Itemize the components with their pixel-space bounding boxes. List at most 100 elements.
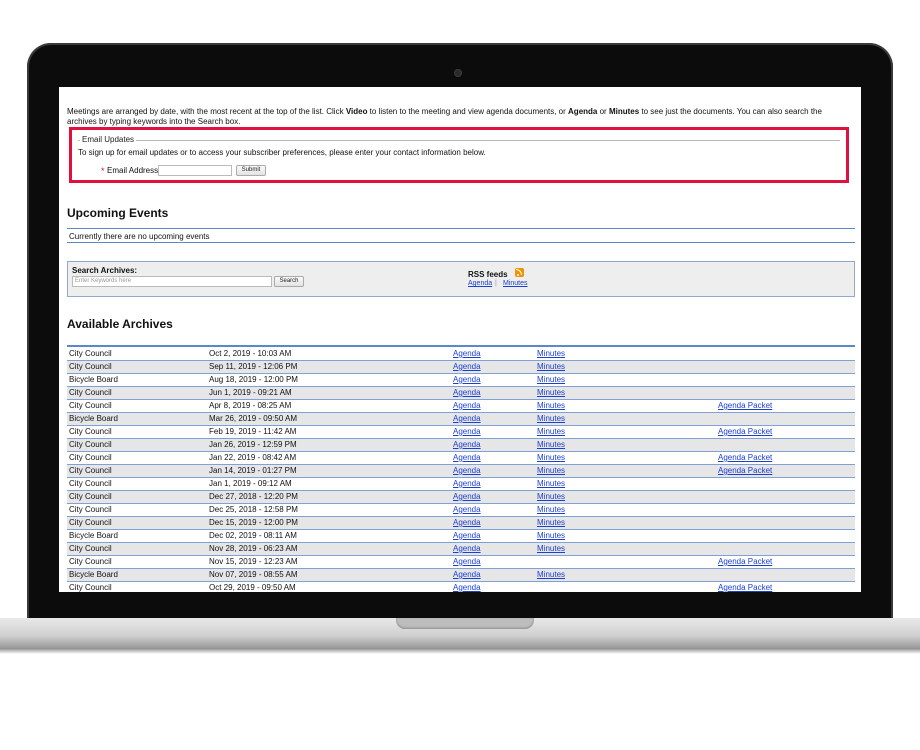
meeting-name: City Council [69, 453, 112, 462]
required-mark: * [101, 166, 105, 176]
archives-table-body: City Council Oct 2, 2019 - 10:03 AM Agenda… [67, 348, 855, 592]
meeting-date: Mar 26, 2019 - 09:50 AM [209, 414, 298, 423]
agenda-link[interactable]: Agenda [453, 505, 481, 514]
minutes-link[interactable]: Minutes [537, 479, 565, 488]
search-panel: Search Archives: Enter Keywords here Sea… [67, 261, 855, 297]
archive-cell: City Council [67, 464, 207, 478]
minutes-link[interactable]: Minutes [537, 362, 565, 371]
minutes-link[interactable]: Minutes [537, 388, 565, 397]
minutes-link[interactable]: Minutes [537, 531, 565, 540]
archive-page: Meetings are arranged by date, with the … [59, 87, 861, 592]
archive-cell: Dec 27, 2018 - 12:20 PM [207, 490, 451, 504]
agenda-link[interactable]: Agenda [453, 570, 481, 579]
minutes-link[interactable]: Minutes [537, 570, 565, 579]
rss-agenda-link[interactable]: Agenda [468, 280, 492, 287]
archive-cell: Agenda [451, 490, 535, 504]
archive-row: City Council Nov 15, 2019 - 12:23 AM Agend… [67, 555, 855, 569]
agenda-packet-link[interactable]: Agenda Packet [718, 583, 772, 592]
minutes-link[interactable]: Minutes [537, 453, 565, 462]
minutes-link[interactable]: Minutes [537, 505, 565, 514]
minutes-link[interactable]: Minutes [537, 375, 565, 384]
meeting-name: Bicycle Board [69, 531, 118, 540]
agenda-link[interactable]: Agenda [453, 544, 481, 553]
minutes-link[interactable]: Minutes [537, 466, 565, 475]
archive-cell [716, 490, 855, 504]
meeting-date: Jan 14, 2019 - 01:27 PM [209, 466, 297, 475]
search-button[interactable]: Search [274, 276, 304, 287]
archive-cell: Agenda Packet [716, 425, 855, 439]
archive-cell: Agenda Packet [716, 399, 855, 413]
intro-agenda-word: Agenda [568, 107, 598, 116]
archive-cell [716, 348, 855, 361]
agenda-link[interactable]: Agenda [453, 518, 481, 527]
archive-cell: Agenda Packet [716, 451, 855, 465]
agenda-link[interactable]: Agenda [453, 375, 481, 384]
archive-cell: City Council [67, 516, 207, 530]
meeting-name: Bicycle Board [69, 570, 118, 579]
minutes-link[interactable]: Minutes [537, 427, 565, 436]
no-upcoming-events-message: Currently there are no upcoming events [69, 232, 210, 241]
archive-cell: Agenda [451, 373, 535, 387]
laptop-opening-notch [396, 618, 534, 629]
search-input[interactable]: Enter Keywords here [72, 276, 272, 287]
archive-cell: Jan 1, 2019 - 09:12 AM [207, 477, 451, 491]
archive-cell: Dec 15, 2019 - 12:00 PM [207, 516, 451, 530]
archive-cell: City Council [67, 360, 207, 374]
minutes-link[interactable]: Minutes [537, 349, 565, 358]
archive-cell: Minutes [535, 412, 716, 426]
agenda-link[interactable]: Agenda [453, 453, 481, 462]
archive-cell: Minutes [535, 360, 716, 374]
minutes-link[interactable]: Minutes [537, 440, 565, 449]
agenda-link[interactable]: Agenda [453, 466, 481, 475]
minutes-link[interactable]: Minutes [537, 401, 565, 410]
rss-minutes-link[interactable]: Minutes [503, 280, 528, 287]
archive-cell: Mar 26, 2019 - 09:50 AM [207, 412, 451, 426]
agenda-link[interactable]: Agenda [453, 583, 481, 592]
agenda-packet-link[interactable]: Agenda Packet [718, 466, 772, 475]
agenda-link[interactable]: Agenda [453, 531, 481, 540]
agenda-link[interactable]: Agenda [453, 414, 481, 423]
minutes-link[interactable]: Minutes [537, 414, 565, 423]
meeting-date: Nov 28, 2019 - 06:23 AM [209, 544, 298, 553]
rss-icon[interactable] [515, 268, 524, 277]
agenda-link[interactable]: Agenda [453, 427, 481, 436]
agenda-link[interactable]: Agenda [453, 362, 481, 371]
archive-cell: Jan 22, 2019 - 08:42 AM [207, 451, 451, 465]
agenda-packet-link[interactable]: Agenda Packet [718, 401, 772, 410]
meeting-name: Bicycle Board [69, 414, 118, 423]
agenda-link[interactable]: Agenda [453, 479, 481, 488]
minutes-link[interactable]: Minutes [537, 492, 565, 501]
archive-cell: City Council [67, 386, 207, 400]
archive-row: City Council Jan 22, 2019 - 08:42 AM Agend… [67, 451, 855, 465]
meeting-date: Nov 15, 2019 - 12:23 AM [209, 557, 298, 566]
minutes-link[interactable]: Minutes [537, 518, 565, 527]
archive-cell: Agenda Packet [716, 581, 855, 592]
archive-row: City Council Oct 2, 2019 - 10:03 AM Agenda… [67, 348, 855, 361]
agenda-packet-link[interactable]: Agenda Packet [718, 557, 772, 566]
meeting-name: City Council [69, 349, 112, 358]
upcoming-events-title: Upcoming Events [67, 206, 169, 220]
agenda-link[interactable]: Agenda [453, 388, 481, 397]
archive-cell [716, 529, 855, 543]
agenda-packet-link[interactable]: Agenda Packet [718, 453, 772, 462]
meeting-date: Oct 2, 2019 - 10:03 AM [209, 349, 292, 358]
meeting-name: City Council [69, 583, 112, 592]
archive-cell: Agenda [451, 425, 535, 439]
minutes-link[interactable]: Minutes [537, 544, 565, 553]
archive-cell: Agenda [451, 360, 535, 374]
meeting-date: Jan 26, 2019 - 12:59 PM [209, 440, 297, 449]
agenda-link[interactable]: Agenda [453, 492, 481, 501]
archive-cell: Agenda [451, 412, 535, 426]
agenda-link[interactable]: Agenda [453, 440, 481, 449]
email-submit-button[interactable]: Submit [236, 165, 266, 176]
meeting-name: City Council [69, 518, 112, 527]
meeting-date: Nov 07, 2019 - 08:55 AM [209, 570, 298, 579]
agenda-packet-link[interactable]: Agenda Packet [718, 427, 772, 436]
agenda-link[interactable]: Agenda [453, 401, 481, 410]
archive-cell [716, 503, 855, 517]
email-address-input[interactable] [158, 165, 232, 176]
agenda-link[interactable]: Agenda [453, 557, 481, 566]
agenda-link[interactable]: Agenda [453, 349, 481, 358]
archive-row: City Council Feb 19, 2019 - 11:42 AM Agend… [67, 425, 855, 439]
archive-cell [716, 438, 855, 452]
